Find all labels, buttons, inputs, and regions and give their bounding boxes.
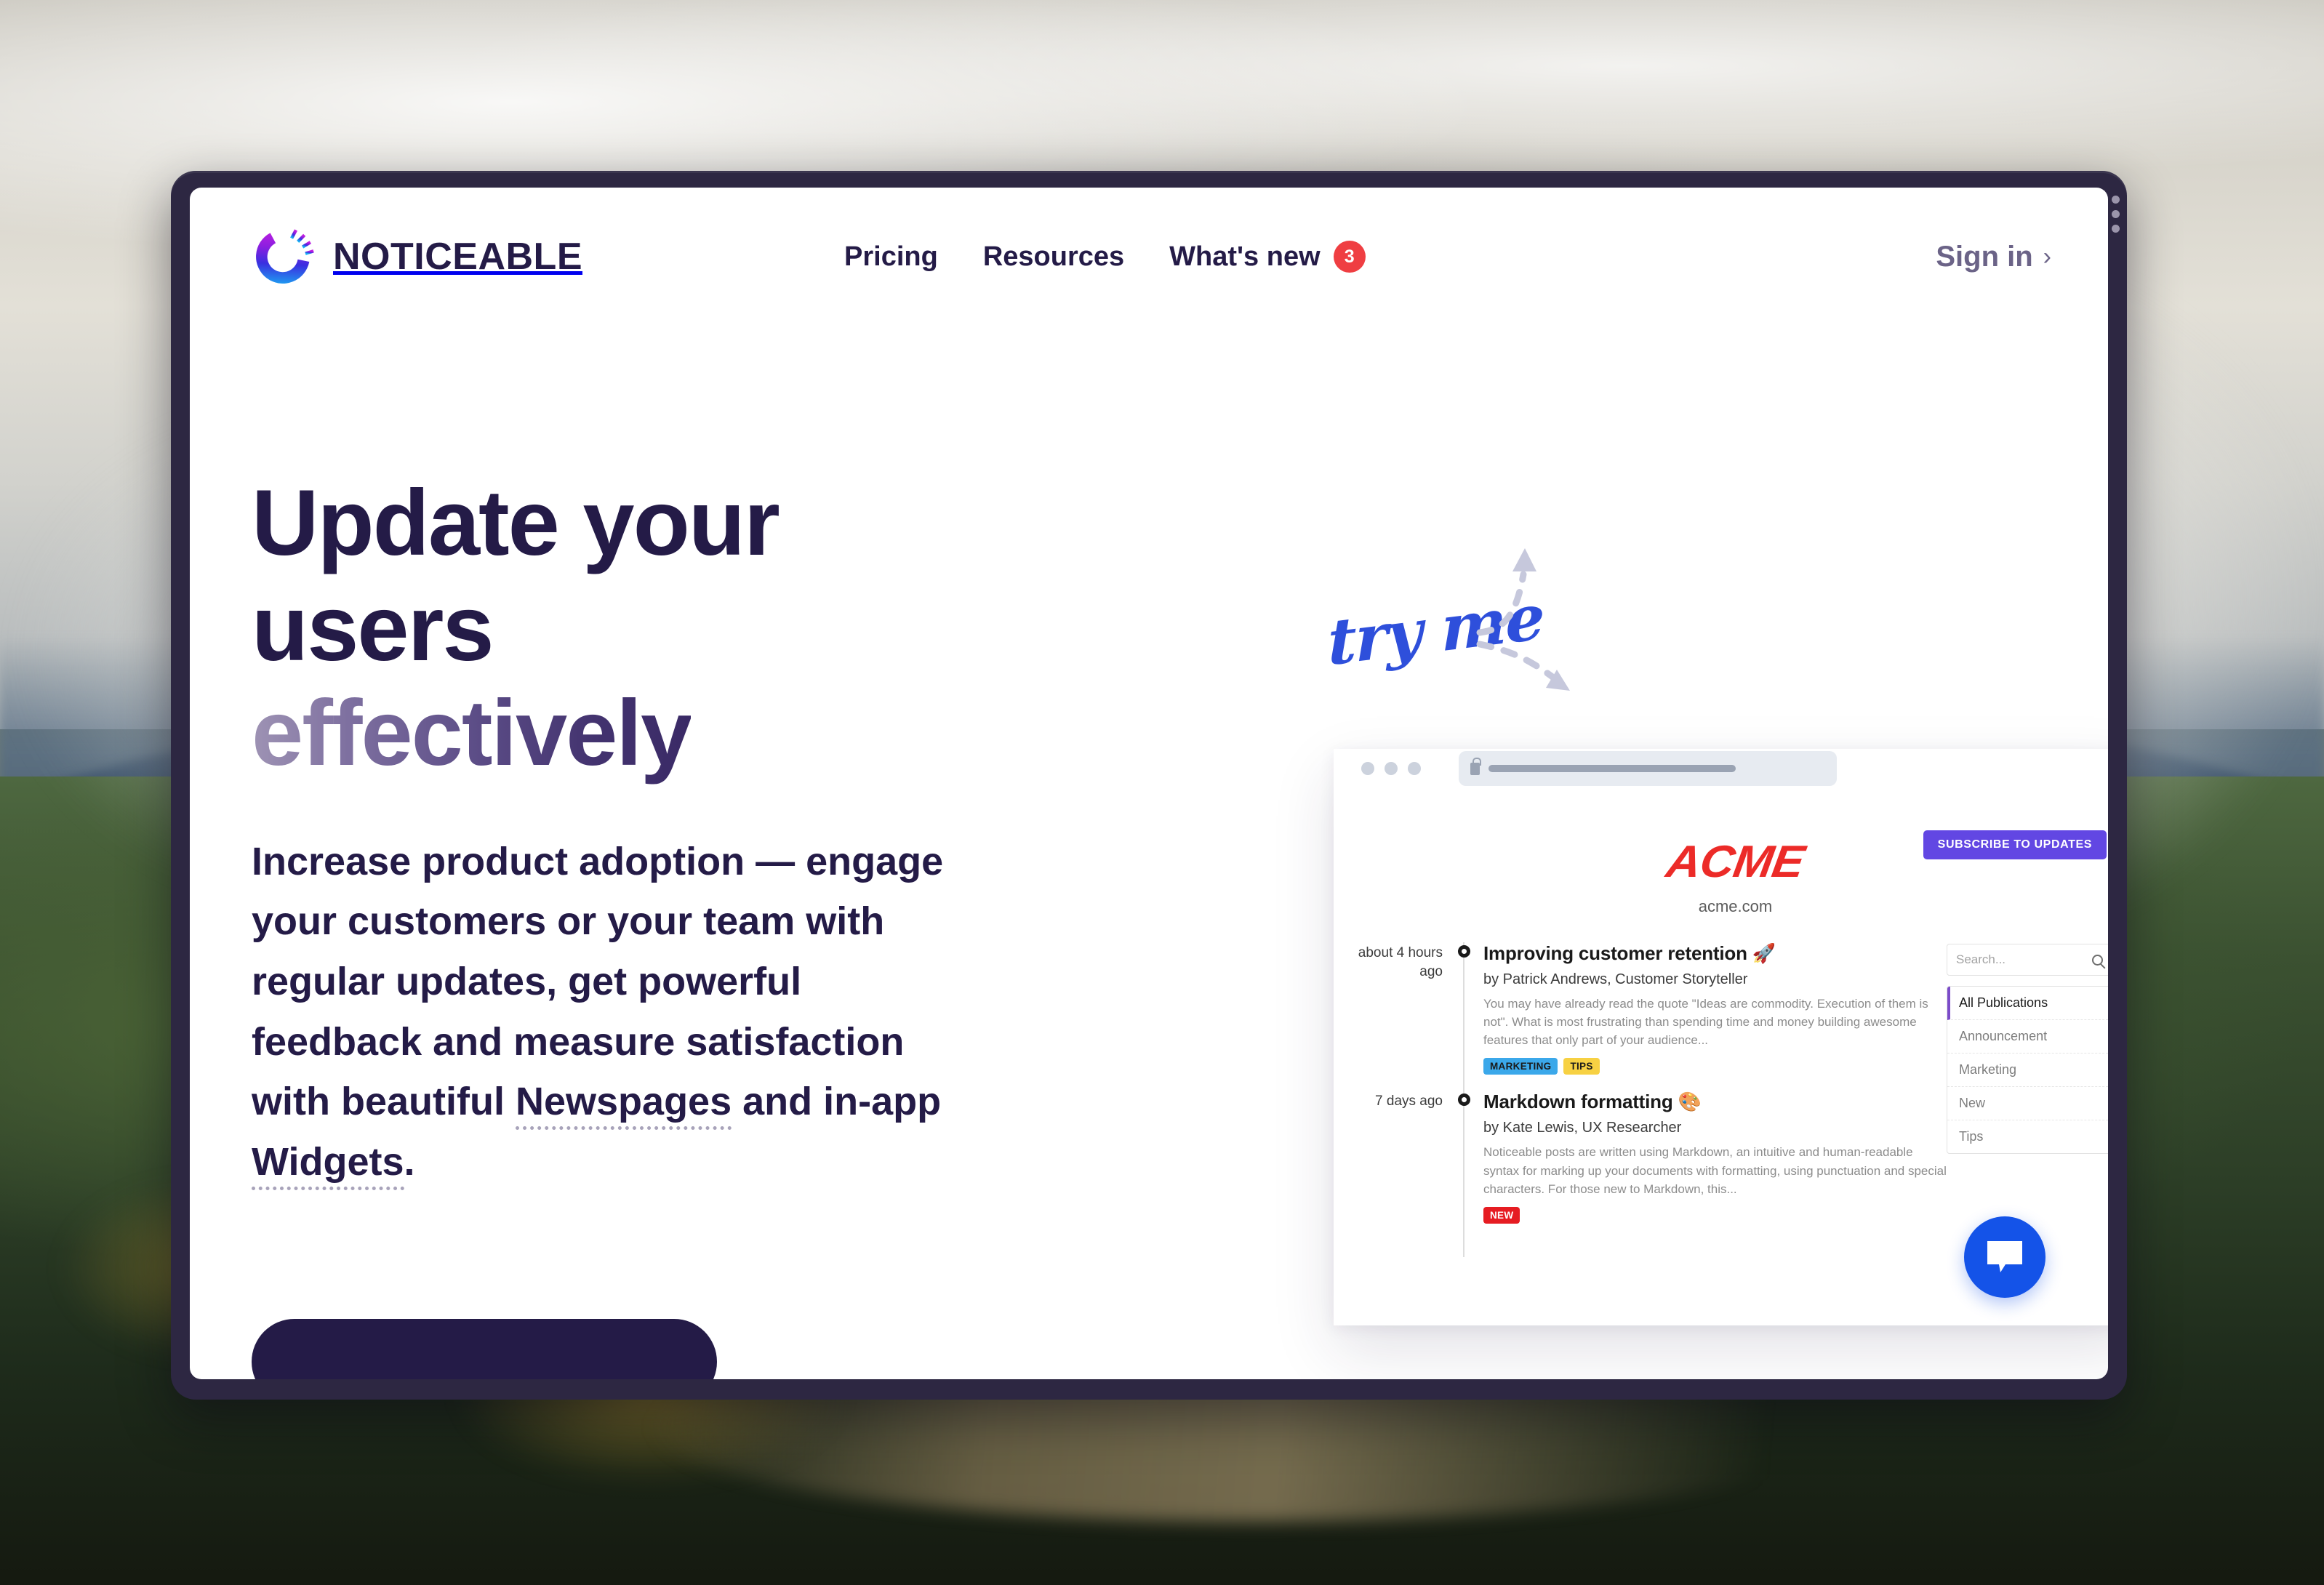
noticeable-ring-logo-icon <box>252 225 314 288</box>
mockup-browser-chrome <box>1334 749 2108 788</box>
headline-line-1: Update your <box>252 471 780 575</box>
dashed-branching-arrows-icon <box>1476 548 1570 691</box>
post-item[interactable]: about 4 hours ago Improving customer ret… <box>1354 942 1947 1109</box>
timeline-ring-icon <box>1458 945 1470 958</box>
chevron-right-icon: › <box>2043 242 2051 270</box>
nav-label-whats-new: What's new <box>1169 241 1321 272</box>
post-author: by Kate Lewis, UX Researcher <box>1483 1120 1682 1136</box>
chat-bubble-icon <box>1987 1241 2022 1272</box>
site-header: NOTICEABLE Pricing Resources What's new … <box>190 188 2108 326</box>
filter-item-tips[interactable]: Tips <box>1947 1120 2108 1153</box>
acme-logo: ACME <box>1663 837 1808 887</box>
subhead-part-2: and in-app <box>732 1080 942 1124</box>
publication-filter-list: All Publications Announcement Marketing … <box>1947 986 2108 1154</box>
post-timeline-rail <box>1454 1091 1473 1257</box>
subhead-link-newspages[interactable]: Newspages <box>515 1080 732 1131</box>
filter-item-all-publications[interactable]: All Publications <box>1947 987 2108 1020</box>
post-content: Improving customer retention 🚀 by Patric… <box>1473 942 1947 1091</box>
device-frame: NOTICEABLE Pricing Resources What's new … <box>171 171 2127 1400</box>
post-date: about 4 hours ago <box>1358 945 1443 979</box>
post-date: 7 days ago <box>1375 1094 1443 1110</box>
filter-item-marketing[interactable]: Marketing <box>1947 1054 2108 1087</box>
window-control-dots <box>1361 762 1421 775</box>
bezel-indicator-dots <box>2112 196 2120 233</box>
tag-marketing[interactable]: MARKETING <box>1483 1058 1558 1075</box>
post-item[interactable]: 7 days ago Markdown formatting 🎨 by Kate… <box>1354 1091 1947 1257</box>
post-title[interactable]: Improving customer retention 🚀 <box>1483 942 1947 965</box>
post-tags: MARKETING TIPS <box>1483 1058 1947 1075</box>
try-me-annotation: try me <box>1324 537 1637 711</box>
tag-new[interactable]: NEW <box>1483 1206 1520 1224</box>
nav-item-whats-new[interactable]: What's new 3 <box>1169 241 1366 273</box>
search-icon <box>2092 954 2103 966</box>
post-excerpt: You may have already read the quote "Ide… <box>1483 997 1928 1048</box>
mockup-address-bar[interactable] <box>1459 751 1837 786</box>
browser-viewport: NOTICEABLE Pricing Resources What's new … <box>190 188 2108 1379</box>
nav-label-resources: Resources <box>982 241 1125 272</box>
newspage-body: about 4 hours ago Improving customer ret… <box>1334 942 2108 1257</box>
filter-item-announcement[interactable]: Announcement <box>1947 1020 2108 1054</box>
tag-tips[interactable]: TIPS <box>1563 1058 1600 1075</box>
subhead-part-3: . <box>404 1139 415 1184</box>
address-bar-value <box>1488 765 1736 772</box>
subhead-link-widgets[interactable]: Widgets <box>252 1139 404 1190</box>
search-placeholder: Search... <box>1956 952 2006 966</box>
nav-item-pricing[interactable]: Pricing <box>844 241 938 273</box>
post-timeline-rail <box>1454 942 1473 1109</box>
filter-item-new[interactable]: New <box>1947 1087 2108 1120</box>
whats-new-count-badge: 3 <box>1333 241 1366 273</box>
post-title[interactable]: Markdown formatting 🎨 <box>1483 1091 1947 1113</box>
brand-logo-link[interactable]: NOTICEABLE <box>252 225 582 288</box>
chat-launcher-button[interactable] <box>1964 1216 2045 1298</box>
newspage-sidebar: Search... All Publications Announcement … <box>1947 942 2108 1240</box>
nav-label-pricing: Pricing <box>844 241 938 272</box>
page-title: Update your users effectively <box>252 471 979 787</box>
post-excerpt: Noticeable posts are written using Markd… <box>1483 1145 1947 1196</box>
post-author: by Patrick Andrews, Customer Storyteller <box>1483 971 1748 987</box>
subscribe-to-updates-button[interactable]: SUBSCRIBE TO UPDATES <box>1923 830 2107 859</box>
primary-nav: Pricing Resources What's new 3 <box>844 241 1366 273</box>
lock-icon <box>1470 757 1481 775</box>
timeline-ring-icon <box>1458 1094 1470 1107</box>
hero-copy: Update your users effectively Increase p… <box>252 471 979 1192</box>
acme-domain: acme.com <box>1698 897 1773 915</box>
sign-in-label: Sign in <box>1936 240 2033 273</box>
hero-subhead: Increase product adoption — engage your … <box>252 832 979 1192</box>
headline-line-2: users <box>252 576 494 681</box>
post-tags: NEW <box>1483 1206 1947 1224</box>
post-content: Markdown formatting 🎨 by Kate Lewis, UX … <box>1473 1091 1947 1239</box>
hero-cta-button[interactable] <box>252 1319 717 1379</box>
brand-name: NOTICEABLE <box>333 236 582 278</box>
nav-item-resources[interactable]: Resources <box>983 241 1124 273</box>
search-input[interactable]: Search... <box>1947 944 2108 976</box>
publications-feed: about 4 hours ago Improving customer ret… <box>1354 942 1947 1257</box>
headline-accent: effectively <box>252 681 692 786</box>
sign-in-link[interactable]: Sign in › <box>1936 241 2051 273</box>
